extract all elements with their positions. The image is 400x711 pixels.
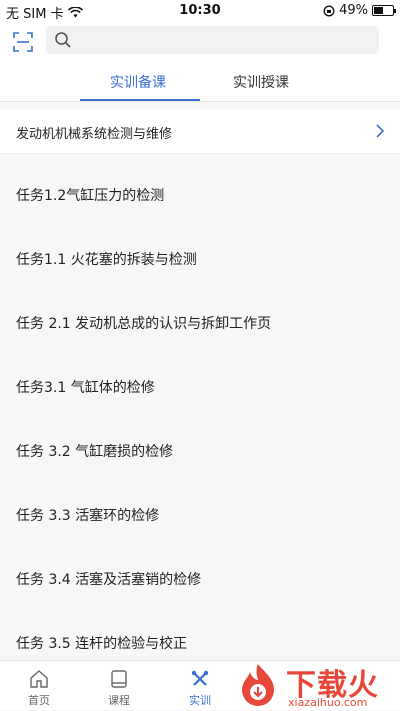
watermark: 下载火 xiazaihuo.com xyxy=(234,658,400,710)
watermark-url: xiazaihuo.com xyxy=(288,696,368,709)
tab-train[interactable]: 实训 xyxy=(170,661,230,711)
search-row xyxy=(0,22,400,64)
task-label: 任务1.2气缸压力的检测 xyxy=(16,188,165,204)
course-title: 发动机机械系统检测与维修 xyxy=(16,127,173,142)
status-bar: 无 SIM 卡 10:30 49% xyxy=(0,0,400,22)
battery-percent: 49% xyxy=(339,3,368,18)
list-item[interactable]: 任务 3.2 气缸磨损的检修 xyxy=(0,410,400,474)
search-bar[interactable] xyxy=(46,26,379,54)
list-item[interactable]: 任务1.2气缸压力的检测 xyxy=(0,154,400,218)
tab-home-label: 首页 xyxy=(28,694,50,707)
active-tab-indicator xyxy=(80,99,200,101)
task-label: 任务 3.2 气缸磨损的检修 xyxy=(16,444,174,460)
list-item[interactable]: 任务 3.4 活塞及活塞销的检修 xyxy=(0,538,400,602)
tab-course-label: 课程 xyxy=(108,694,130,707)
task-label: 任务 2.1 发动机总成的认识与拆卸工作页 xyxy=(16,316,272,332)
list-item[interactable]: 任务1.1 火花塞的拆装与检测 xyxy=(0,218,400,282)
search-input[interactable] xyxy=(78,26,368,54)
tab-training-prep[interactable]: 实训备课 xyxy=(110,72,166,92)
tab-course[interactable]: 课程 xyxy=(89,661,149,711)
list-item[interactable]: 任务 2.1 发动机总成的认识与拆卸工作页 xyxy=(0,282,400,346)
flame-logo-icon xyxy=(242,664,274,706)
rotation-lock-icon xyxy=(323,5,335,16)
tab-training-teaching[interactable]: 实训授课 xyxy=(233,72,289,92)
status-right: 49% xyxy=(323,3,396,18)
book-icon xyxy=(111,670,127,688)
list-item[interactable]: 任务 3.5 连杆的检验与校正 xyxy=(0,602,400,666)
course-selector[interactable]: 发动机机械系统检测与维修 xyxy=(0,110,400,154)
tab-train-label: 实训 xyxy=(189,694,211,707)
chevron-right-icon xyxy=(376,124,385,138)
task-label: 任务 3.5 连杆的检验与校正 xyxy=(16,636,188,652)
scan-icon[interactable] xyxy=(12,31,34,53)
tab-bar-top: 实训备课 实训授课 xyxy=(0,64,400,102)
task-label: 任务1.1 火花塞的拆装与检测 xyxy=(16,252,197,268)
task-label: 任务3.1 气缸体的检修 xyxy=(16,380,155,396)
tab-home[interactable]: 首页 xyxy=(9,661,69,711)
battery-icon xyxy=(372,5,396,16)
task-label: 任务 3.4 活塞及活塞销的检修 xyxy=(16,572,202,588)
search-icon xyxy=(55,32,71,48)
list-item[interactable]: 任务3.1 气缸体的检修 xyxy=(0,346,400,410)
tools-icon xyxy=(191,670,209,686)
task-list: 任务1.2气缸压力的检测 任务1.1 火花塞的拆装与检测 任务 2.1 发动机总… xyxy=(0,154,400,666)
task-label: 任务 3.3 活塞环的检修 xyxy=(16,508,160,524)
list-item[interactable]: 任务 3.3 活塞环的检修 xyxy=(0,474,400,538)
home-icon xyxy=(30,670,48,688)
